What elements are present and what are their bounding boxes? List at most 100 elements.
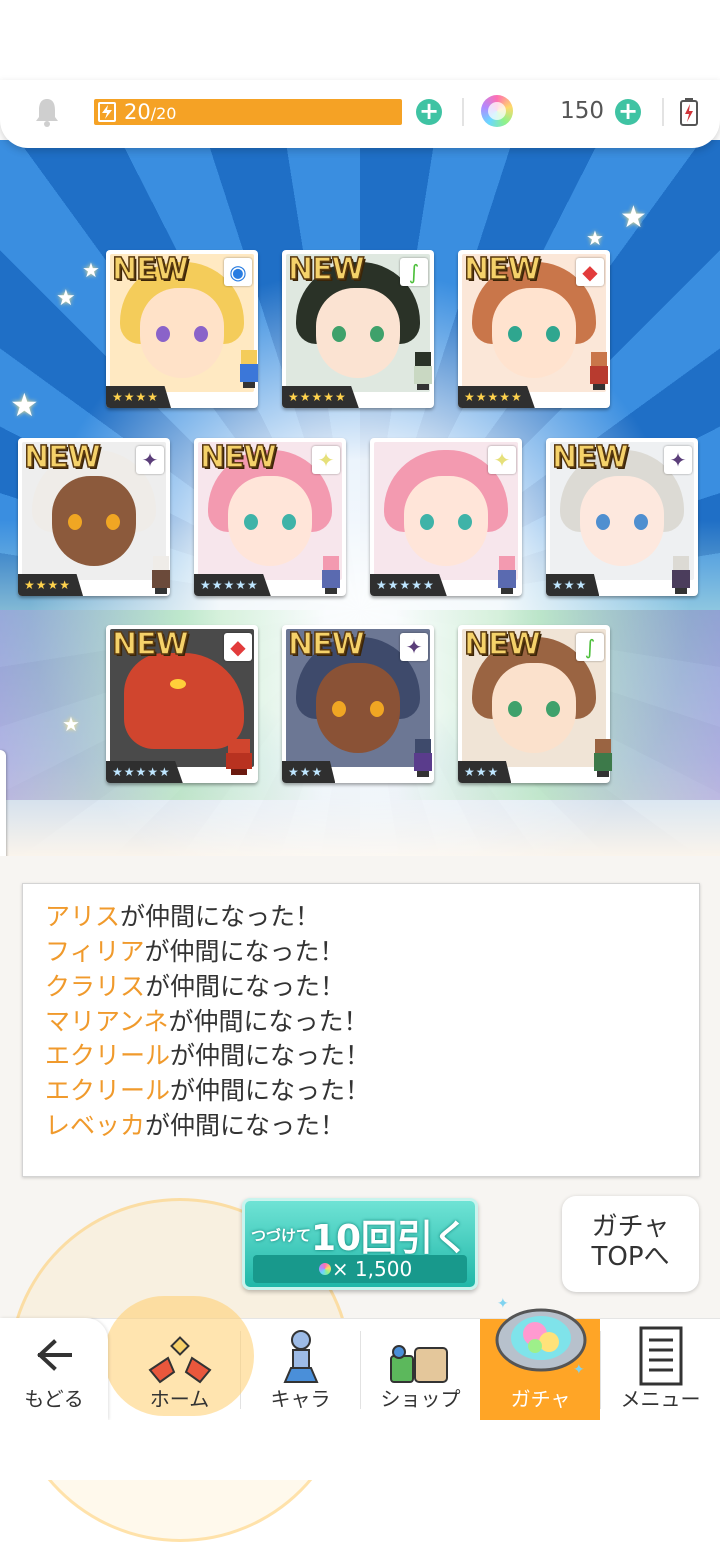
- bell-icon[interactable]: [32, 96, 62, 128]
- shop-bag-icon: [390, 1345, 448, 1383]
- rarity-stars: ★★★★★: [194, 574, 271, 596]
- character-sprite-icon: [498, 556, 516, 594]
- menu-list-icon: [639, 1326, 683, 1386]
- nav-chara[interactable]: キャラ: [241, 1318, 360, 1420]
- wind-attribute-icon: ∫: [400, 258, 428, 286]
- message-line: エクリールが仲間になった！: [45, 1074, 370, 1108]
- message-suffix: が仲間になった！: [145, 1111, 346, 1140]
- character-name: エクリール: [45, 1041, 171, 1070]
- message-suffix: が仲間になった！: [145, 972, 346, 1001]
- rarity-stars: ★★★: [282, 761, 336, 783]
- character-name: エクリール: [45, 1076, 171, 1105]
- header-bar: 20/20 + 150 +: [0, 80, 720, 148]
- rarity-stars: ★★★★: [106, 386, 172, 408]
- new-badge: NEW: [23, 439, 101, 476]
- rarity-stars: ★★★★: [18, 574, 84, 596]
- character-name: クラリス: [45, 972, 146, 1001]
- rarity-stars: ★★★: [458, 761, 512, 783]
- character-statue-icon: [283, 1330, 319, 1383]
- pull-cost: × 1,500: [331, 1257, 413, 1281]
- character-card[interactable]: NEW ✦ ★★★★★: [194, 438, 346, 596]
- stamina-max: /20: [150, 104, 177, 123]
- character-card[interactable]: NEW ◆ ★★★★★: [106, 625, 258, 783]
- bottom-safe-area: [0, 1420, 720, 1480]
- rarity-stars: ★★★★★: [370, 574, 447, 596]
- rarity-stars: ★★★: [546, 574, 600, 596]
- character-card[interactable]: NEW ✦ ★★★: [282, 625, 434, 783]
- rarity-stars: ★★★★★: [458, 386, 535, 408]
- result-message-box[interactable]: アリスが仲間になった！ フィリアが仲間になった！ クラリスが仲間になった！ マリ…: [22, 883, 700, 1177]
- gacha-top-line2: TOPへ: [591, 1242, 670, 1272]
- gacha-top-button[interactable]: ガチャ TOPへ: [562, 1196, 699, 1292]
- add-stamina-button[interactable]: +: [416, 99, 442, 125]
- stamina-bar: 20/20: [94, 99, 402, 125]
- sparkle-star-icon: ★: [10, 386, 39, 424]
- status-bar: [0, 0, 720, 80]
- character-name: フィリア: [45, 937, 145, 966]
- nav-shop-label: ショップ: [380, 1387, 461, 1411]
- nav-menu-label: メニュー: [620, 1387, 701, 1411]
- character-sprite-icon: [240, 350, 258, 388]
- nav-gacha[interactable]: ✦ ✦ ガチャ: [481, 1296, 600, 1420]
- rarity-stars: ★★★★★: [106, 761, 183, 783]
- new-badge: NEW: [111, 626, 189, 663]
- sparkle-star-icon: ★: [62, 712, 80, 736]
- pull-10-label: つづけて10回引く: [245, 1209, 475, 1261]
- nav-home[interactable]: ホーム: [120, 1318, 239, 1420]
- dark-attribute-icon: ✦: [400, 633, 428, 661]
- add-gem-button[interactable]: +: [615, 99, 641, 125]
- character-card[interactable]: NEW ∫ ★★★★★: [282, 250, 434, 408]
- nav-chara-label: キャラ: [270, 1387, 331, 1411]
- character-name: レベッカ: [45, 1111, 146, 1140]
- nav-back[interactable]: もどる: [0, 1318, 108, 1420]
- rainbow-gem-icon: [481, 95, 513, 127]
- pull-cost-bar: × 1,500: [253, 1255, 467, 1283]
- nav-menu[interactable]: メニュー: [601, 1318, 720, 1420]
- character-sprite-icon: [672, 556, 690, 594]
- svg-text:✦: ✦: [573, 1362, 585, 1378]
- header-divider: [462, 98, 464, 126]
- message-line: アリスが仲間になった！: [45, 900, 320, 934]
- svg-text:✦: ✦: [497, 1296, 509, 1312]
- message-suffix: が仲間になった！: [170, 1076, 371, 1105]
- new-badge: NEW: [463, 626, 541, 663]
- message-suffix: が仲間になった！: [170, 1041, 371, 1070]
- fire-attribute-icon: ◆: [576, 258, 604, 286]
- home-icon: [148, 1336, 212, 1384]
- gacha-top-line1: ガチャ: [591, 1212, 670, 1242]
- message-suffix: が仲間になった！: [168, 1007, 369, 1036]
- message-suffix: が仲間になった！: [120, 902, 321, 931]
- character-card[interactable]: NEW ∫ ★★★: [458, 625, 612, 783]
- character-sprite-icon: [152, 556, 170, 594]
- pull-main-label: 10回引く: [310, 1218, 470, 1259]
- nav-shop[interactable]: ショップ: [361, 1318, 480, 1420]
- message-suffix: が仲間になった！: [144, 937, 345, 966]
- nav-back-label: もどる: [24, 1387, 84, 1411]
- pull-10-button[interactable]: つづけて10回引く × 1,500: [242, 1198, 478, 1290]
- nav-gacha-label: ガチャ: [510, 1387, 571, 1411]
- character-name: マリアンネ: [45, 1007, 169, 1036]
- dark-attribute-icon: ✦: [664, 446, 692, 474]
- new-badge: NEW: [287, 626, 365, 663]
- character-card[interactable]: NEW ◆ ★★★★★: [458, 250, 610, 408]
- character-card[interactable]: NEW ◉ ★★★★: [106, 250, 258, 408]
- character-sprite-icon: [414, 739, 432, 777]
- light-attribute-icon: ✦: [488, 446, 516, 474]
- character-card[interactable]: NEW ✦ ★★★: [546, 438, 698, 596]
- dragon-sprite-icon: [226, 739, 252, 775]
- message-fade: [23, 1146, 699, 1176]
- dark-attribute-icon: ✦: [136, 446, 164, 474]
- sparkle-star-icon: ★: [82, 258, 100, 282]
- character-sprite-icon: [414, 352, 432, 390]
- character-card[interactable]: NEW ✦ ★★★★: [18, 438, 170, 596]
- new-badge: NEW: [199, 439, 277, 476]
- message-line: マリアンネが仲間になった！: [45, 1005, 369, 1039]
- nav-home-label: ホーム: [149, 1387, 210, 1411]
- character-card[interactable]: ✦ ★★★★★: [370, 438, 522, 596]
- gacha-crystal-icon: ✦ ✦: [495, 1296, 587, 1378]
- character-sprite-icon: [322, 556, 340, 594]
- new-badge: NEW: [463, 251, 541, 288]
- light-attribute-icon: ✦: [312, 446, 340, 474]
- new-badge: NEW: [111, 251, 189, 288]
- pull-prefix: つづけて: [250, 1226, 311, 1245]
